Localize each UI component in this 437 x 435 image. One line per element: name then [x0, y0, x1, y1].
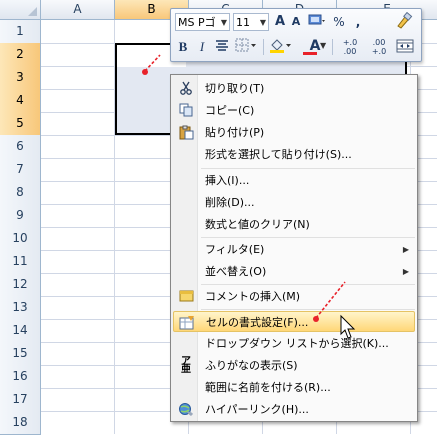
shrink-font-button[interactable]: A [289, 13, 303, 31]
row-header-14[interactable]: 14 [0, 319, 41, 343]
menu-item-insert[interactable]: 挿入(I)... [173, 170, 415, 191]
menu-item-paste-special[interactable]: 形式を選択して貼り付け(S)... [173, 144, 415, 165]
row-header-13[interactable]: 13 [0, 296, 41, 320]
menu-item-label: ふりがなの表示(S) [205, 359, 298, 372]
comment-icon [178, 289, 194, 304]
row-header-2[interactable]: 2 [0, 43, 41, 67]
row-header-4[interactable]: 4 [0, 89, 41, 113]
row-header-5[interactable]: 5 [0, 112, 41, 136]
font-color-swatch [303, 52, 317, 55]
font-color-button[interactable]: A ▼ [301, 37, 329, 55]
row-header-18[interactable]: 18 [0, 411, 41, 435]
row-header-9[interactable]: 9 [0, 204, 41, 228]
row-header-8[interactable]: 8 [0, 181, 41, 205]
menu-item-copy[interactable]: コピー(C) [173, 100, 415, 121]
menu-item-insert-comment[interactable]: コメントの挿入(M) [173, 286, 415, 307]
menu-item-format-cells[interactable]: セルの書式設定(F)... [173, 311, 415, 332]
menu-item-delete[interactable]: 削除(D)... [173, 192, 415, 213]
chevron-down-icon[interactable]: ▼ [320, 37, 326, 55]
percent-style-button[interactable]: % [332, 13, 346, 31]
menu-item-label: コメントの挿入(M) [205, 290, 301, 303]
column-header-a[interactable]: A [41, 0, 115, 20]
menu-item-label: コピー(C) [205, 104, 255, 117]
merge-center-icon[interactable] [395, 38, 415, 56]
row-header-11[interactable]: 11 [0, 250, 41, 274]
row-header-15[interactable]: 15 [0, 342, 41, 366]
chevron-down-icon[interactable]: ▼ [260, 14, 266, 32]
grow-font-button[interactable]: A [272, 13, 288, 31]
menu-item-label: 切り取り(T) [205, 82, 265, 95]
fill-color-icon[interactable] [267, 38, 295, 56]
increase-decimal-button[interactable]: +.0 .00 [337, 38, 363, 56]
menu-item-label: 並べ替え(O) [205, 265, 267, 278]
row-header-7[interactable]: 7 [0, 158, 41, 182]
menu-item-cut[interactable]: 切り取り(T) [173, 78, 415, 99]
menu-item-label: 挿入(I)... [205, 174, 250, 187]
format-painter-menu-icon[interactable] [306, 13, 328, 31]
row-header-6[interactable]: 6 [0, 135, 41, 159]
menu-item-label: セルの書式設定(F)... [206, 316, 309, 329]
mini-toolbar: MS Pゴ ▼ 11 ▼ A A % , B I A ▼ +.0 .00 .00… [170, 8, 422, 62]
toolbar-separator [332, 39, 333, 55]
menu-item-name-range[interactable]: 範囲に名前を付ける(R)... [173, 377, 415, 398]
center-align-icon[interactable] [214, 38, 230, 56]
copy-icon [178, 103, 194, 118]
menu-item-label: 貼り付け(P) [205, 126, 265, 139]
row-header-10[interactable]: 10 [0, 227, 41, 251]
menu-item-label: フィルタ(E) [205, 243, 265, 256]
menu-separator [201, 309, 415, 310]
menu-item-sort[interactable]: 並べ替え(O) ▶ [173, 261, 415, 282]
bold-button[interactable]: B [176, 38, 190, 56]
font-size-value: 11 [236, 16, 250, 29]
decrease-decimal-button[interactable]: .00 +.0 [366, 38, 392, 56]
row-header-12[interactable]: 12 [0, 273, 41, 297]
font-size-box[interactable]: 11 ▼ [233, 13, 269, 31]
scissors-icon [178, 81, 194, 96]
row-header-1[interactable]: 1 [0, 20, 41, 44]
row-header-3[interactable]: 3 [0, 66, 41, 90]
menu-item-label: 範囲に名前を付ける(R)... [205, 381, 331, 394]
select-all-corner[interactable] [0, 0, 41, 20]
furigana-icon: ア亜 [181, 356, 191, 375]
menu-item-label: 形式を選択して貼り付け(S)... [205, 148, 352, 161]
paste-icon [178, 125, 194, 140]
format-painter-icon[interactable] [393, 11, 415, 30]
menu-item-label: ハイパーリンク(H)... [205, 403, 309, 416]
menu-item-filter[interactable]: フィルタ(E) ▶ [173, 239, 415, 260]
menu-item-clear-contents[interactable]: 数式と値のクリア(N) [173, 214, 415, 235]
row-header-16[interactable]: 16 [0, 365, 41, 389]
menu-separator [201, 237, 415, 238]
submenu-arrow-icon: ▶ [402, 267, 409, 276]
font-name-box[interactable]: MS Pゴ ▼ [175, 13, 230, 31]
submenu-arrow-icon: ▶ [402, 245, 409, 254]
format-cells-icon [179, 315, 195, 330]
chevron-down-icon[interactable]: ▼ [221, 14, 227, 32]
context-menu: 切り取り(T) コピー(C) 貼り付け(P) 形式を選択して貼り付け(S)...… [170, 74, 418, 422]
toolbar-separator [263, 39, 264, 55]
comma-style-button[interactable]: , [351, 13, 365, 31]
menu-item-hyperlink[interactable]: ハイパーリンク(H)... [173, 399, 415, 420]
italic-button[interactable]: I [195, 38, 209, 56]
menu-item-label: 数式と値のクリア(N) [205, 218, 310, 231]
menu-item-label: ドロップダウン リストから選択(K)... [205, 337, 389, 350]
menu-separator [201, 284, 415, 285]
font-name-value: MS Pゴ [178, 16, 216, 29]
menu-item-label: 削除(D)... [205, 196, 255, 209]
borders-icon[interactable] [234, 38, 260, 56]
menu-item-paste[interactable]: 貼り付け(P) [173, 122, 415, 143]
row-header-17[interactable]: 17 [0, 388, 41, 412]
menu-item-pick-from-dropdown[interactable]: ドロップダウン リストから選択(K)... [173, 333, 415, 354]
hyperlink-icon [178, 402, 194, 417]
menu-item-show-furigana[interactable]: ア亜 ふりがなの表示(S) [173, 355, 415, 376]
menu-separator [201, 168, 415, 169]
